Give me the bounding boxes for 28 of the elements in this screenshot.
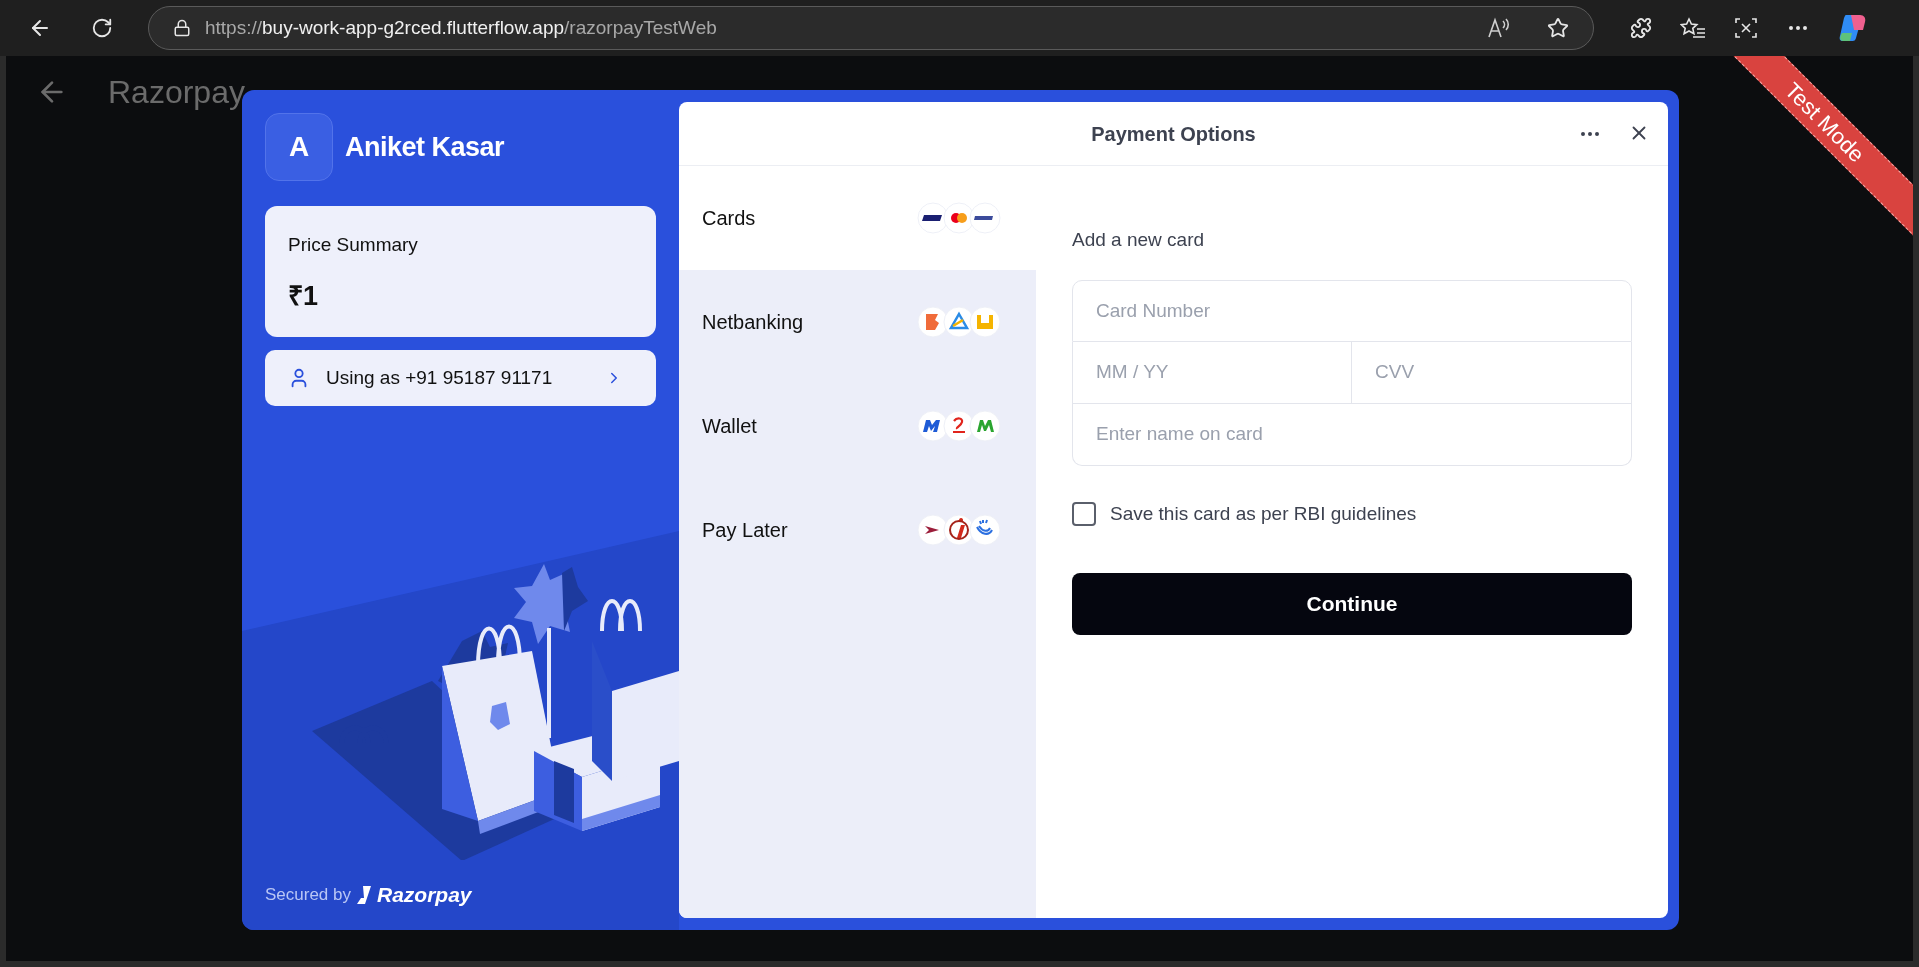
screenshot-icon[interactable] [1734,17,1758,39]
merchant-name: Aniket Kasar [345,130,505,164]
merchant-avatar: A [265,113,333,181]
address-bar[interactable]: https://buy-work-app-g2rced.flutterflow.app/razorpayTestWeb [148,6,1594,50]
extensions-icon[interactable] [1630,17,1652,39]
expiry-field[interactable]: MM / YY [1072,341,1352,404]
lock-icon [173,19,191,37]
razorpay-logo-icon [357,886,371,904]
save-card-checkbox[interactable] [1072,501,1096,526]
price-amount: ₹1 [288,279,320,313]
favorites-icon[interactable] [1680,17,1706,39]
payment-method-tab[interactable]: Cards [679,166,1036,270]
user-contact-button[interactable]: Using as +91 95187 91171 [265,350,656,406]
payment-options-title: Payment Options [1091,121,1256,147]
card-number-field[interactable]: Card Number [1072,279,1632,342]
price-summary-label: Price Summary [288,233,419,257]
cvv-field[interactable]: CVV [1352,341,1632,404]
razorpay-brand: Razorpay [377,882,472,909]
secured-by-text: Secured by [265,884,351,907]
add-card-heading: Add a new card [1072,228,1206,252]
copilot-icon[interactable] [1838,13,1868,43]
url-text: https://buy-work-app-g2rced.flutterflow.app/razorpayTestWeb [205,15,717,40]
cardholder-name-field[interactable]: Enter name on card [1072,403,1632,466]
read-aloud-icon[interactable] [1487,17,1511,39]
favorite-star-icon[interactable] [1547,17,1569,39]
page-title: Razorpay [108,73,245,112]
continue-button[interactable]: Continue [1072,573,1632,635]
save-card-label: Save this card as per RBI guidelines [1110,501,1417,526]
